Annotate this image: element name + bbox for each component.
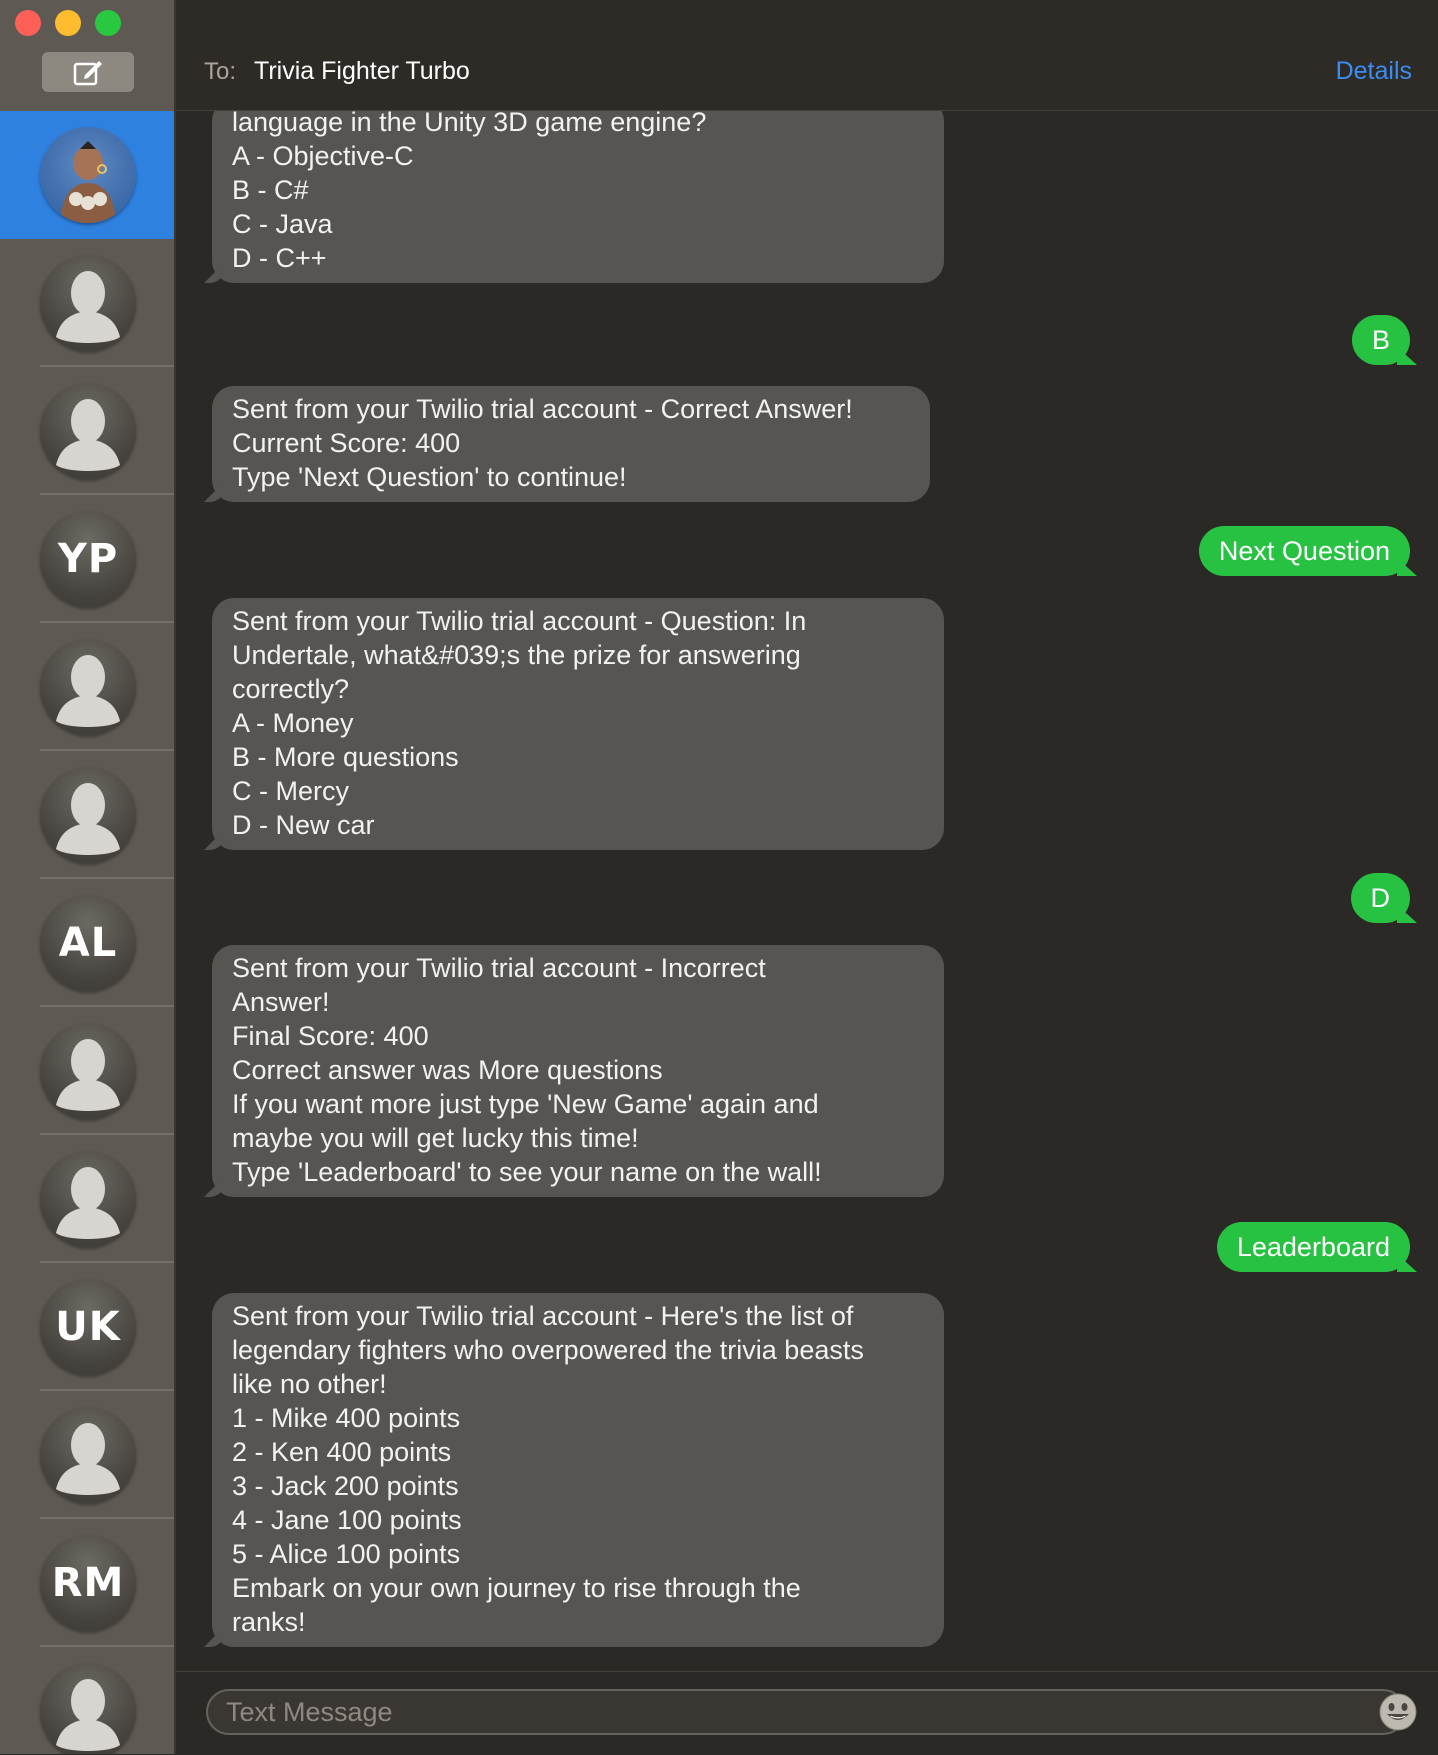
contact-silhouette-icon bbox=[56, 1039, 120, 1111]
window-zoom-button[interactable] bbox=[95, 10, 121, 36]
to-label: To: bbox=[204, 58, 237, 85]
avatar bbox=[40, 639, 136, 735]
contact-silhouette-icon bbox=[56, 1679, 120, 1751]
conversation-item[interactable]: YP bbox=[0, 495, 174, 623]
contact-silhouette-icon bbox=[56, 271, 120, 343]
message-bubble-received: Sent from your Twilio trial account - Qu… bbox=[212, 598, 944, 850]
conversation-item[interactable] bbox=[0, 367, 174, 495]
conversation-item[interactable] bbox=[0, 1135, 174, 1263]
avatar-initials: AL bbox=[58, 920, 118, 966]
message-input[interactable] bbox=[206, 1689, 1406, 1735]
avatar: AL bbox=[40, 895, 136, 991]
conversation-item[interactable] bbox=[0, 1007, 174, 1135]
conversation-item[interactable]: UK bbox=[0, 1263, 174, 1391]
avatar bbox=[40, 255, 136, 351]
avatar bbox=[40, 1663, 136, 1754]
message-bubble-received: Sent from your Twilio trial account - In… bbox=[212, 945, 944, 1197]
avatar-initials: RM bbox=[51, 1560, 125, 1606]
conversation-sidebar: YP AL UK RM bbox=[0, 0, 176, 1754]
character-portrait-icon bbox=[60, 141, 116, 223]
message-bubble-received: Sent from your Twilio trial account - He… bbox=[212, 1293, 944, 1647]
avatar bbox=[40, 1407, 136, 1503]
avatar bbox=[40, 1151, 136, 1247]
message-bubble-sent: Next Question bbox=[1198, 526, 1410, 576]
compose-icon bbox=[73, 61, 102, 86]
contact-silhouette-icon bbox=[56, 655, 120, 727]
compose-button[interactable] bbox=[42, 52, 134, 92]
message-bubble-sent: B bbox=[1351, 315, 1410, 365]
recipient-name[interactable]: Trivia Fighter Turbo bbox=[254, 57, 470, 86]
window-minimize-button[interactable] bbox=[55, 10, 81, 36]
conversation-item[interactable] bbox=[0, 111, 174, 239]
conversation-item[interactable] bbox=[0, 1391, 174, 1519]
message-bubble-received: language in the Unity 3D game engine? A … bbox=[212, 111, 944, 283]
conversation-item[interactable] bbox=[0, 1647, 174, 1754]
avatar bbox=[40, 767, 136, 863]
message-bubble-sent: D bbox=[1350, 873, 1410, 923]
window-close-button[interactable] bbox=[15, 10, 41, 36]
message-input-bar bbox=[176, 1671, 1438, 1755]
conversation-item[interactable] bbox=[0, 623, 174, 751]
message-transcript[interactable]: language in the Unity 3D game engine? A … bbox=[176, 111, 1438, 1671]
avatar bbox=[40, 1023, 136, 1119]
emoji-icon[interactable] bbox=[1378, 1692, 1418, 1732]
avatar-initials: YP bbox=[57, 536, 119, 582]
contact-silhouette-icon bbox=[56, 399, 120, 471]
contact-silhouette-icon bbox=[56, 1167, 120, 1239]
avatar: UK bbox=[40, 1279, 136, 1375]
contact-silhouette-icon bbox=[56, 1423, 120, 1495]
avatar: RM bbox=[40, 1535, 136, 1631]
details-button[interactable]: Details bbox=[1336, 57, 1412, 86]
conversation-item[interactable] bbox=[0, 239, 174, 367]
conversation-item[interactable]: RM bbox=[0, 1519, 174, 1647]
avatar-initials: UK bbox=[55, 1304, 121, 1350]
avatar bbox=[40, 383, 136, 479]
message-bubble-received: Sent from your Twilio trial account - Co… bbox=[212, 386, 930, 502]
avatar bbox=[40, 127, 136, 223]
message-bubble-sent: Leaderboard bbox=[1216, 1222, 1410, 1272]
conversation-item[interactable] bbox=[0, 751, 174, 879]
contact-silhouette-icon bbox=[56, 783, 120, 855]
avatar: YP bbox=[40, 511, 136, 607]
conversation-header: To: Trivia Fighter Turbo Details bbox=[176, 0, 1438, 111]
conversation-item[interactable]: AL bbox=[0, 879, 174, 1007]
